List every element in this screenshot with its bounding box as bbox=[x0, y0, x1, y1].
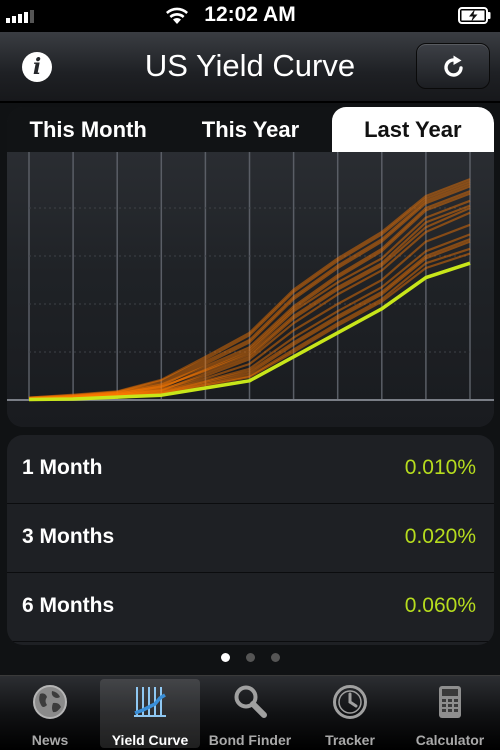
page-dot-1[interactable] bbox=[220, 653, 230, 662]
tab-tracker[interactable]: Tracker bbox=[300, 676, 400, 750]
calculator-icon bbox=[439, 686, 461, 718]
tab-this-year[interactable]: This Year bbox=[169, 107, 331, 152]
rate-label: 1 Month bbox=[22, 456, 103, 479]
rate-row-3-months[interactable]: 3 Months 0.020% bbox=[7, 504, 494, 573]
rates-list: 1 Month 0.010% 3 Months 0.020% 6 Months … bbox=[7, 435, 494, 645]
status-bar: 12:02 AM bbox=[0, 0, 500, 32]
yield-curve-chart bbox=[7, 152, 494, 402]
tab-label: Tracker bbox=[325, 732, 375, 748]
navigation-bar: i US Yield Curve bbox=[0, 32, 500, 102]
tab-label: Bond Finder bbox=[208, 732, 292, 748]
rate-row-6-months[interactable]: 6 Months 0.060% bbox=[7, 573, 494, 642]
period-segmented-control: This Month This Year Last Year bbox=[7, 107, 494, 152]
yield-curve-panel: This Month This Year Last Year bbox=[7, 107, 494, 427]
tab-last-year[interactable]: Last Year bbox=[331, 107, 494, 152]
tab-bond-finder[interactable]: Bond Finder bbox=[200, 676, 300, 750]
page-dot-3[interactable] bbox=[270, 653, 280, 662]
page-indicator bbox=[0, 653, 500, 662]
globe-icon bbox=[33, 685, 67, 719]
main-content: This Month This Year Last Year 1 Month 0… bbox=[0, 103, 500, 675]
yield-chart-icon bbox=[134, 687, 166, 717]
tab-bar: News Yield Curve Bond Finder Tracker Cal… bbox=[0, 675, 500, 750]
rate-value: 0.020% bbox=[404, 525, 476, 548]
rate-label: 3 Months bbox=[22, 525, 115, 548]
yield-curve-chart-area bbox=[7, 152, 494, 427]
charging-battery-icon bbox=[458, 7, 491, 24]
magnifier-icon bbox=[234, 685, 267, 718]
rate-value: 0.060% bbox=[404, 594, 476, 617]
clock-icon bbox=[333, 685, 367, 719]
tab-this-month[interactable]: This Month bbox=[7, 107, 169, 152]
refresh-icon bbox=[444, 55, 463, 77]
rate-row-1-month[interactable]: 1 Month 0.010% bbox=[7, 435, 494, 504]
tab-calculator[interactable]: Calculator bbox=[400, 676, 500, 750]
rate-label: 6 Months bbox=[22, 594, 115, 617]
tab-yield-curve[interactable]: Yield Curve bbox=[100, 679, 200, 748]
tab-label: News bbox=[31, 732, 69, 748]
rate-value: 0.010% bbox=[404, 456, 476, 479]
page-dot-2[interactable] bbox=[245, 653, 255, 662]
status-time: 12:02 AM bbox=[204, 3, 296, 26]
tab-news[interactable]: News bbox=[0, 676, 100, 750]
tab-label: Yield Curve bbox=[111, 732, 189, 748]
tab-label: Calculator bbox=[415, 732, 485, 748]
refresh-button[interactable] bbox=[416, 43, 490, 89]
